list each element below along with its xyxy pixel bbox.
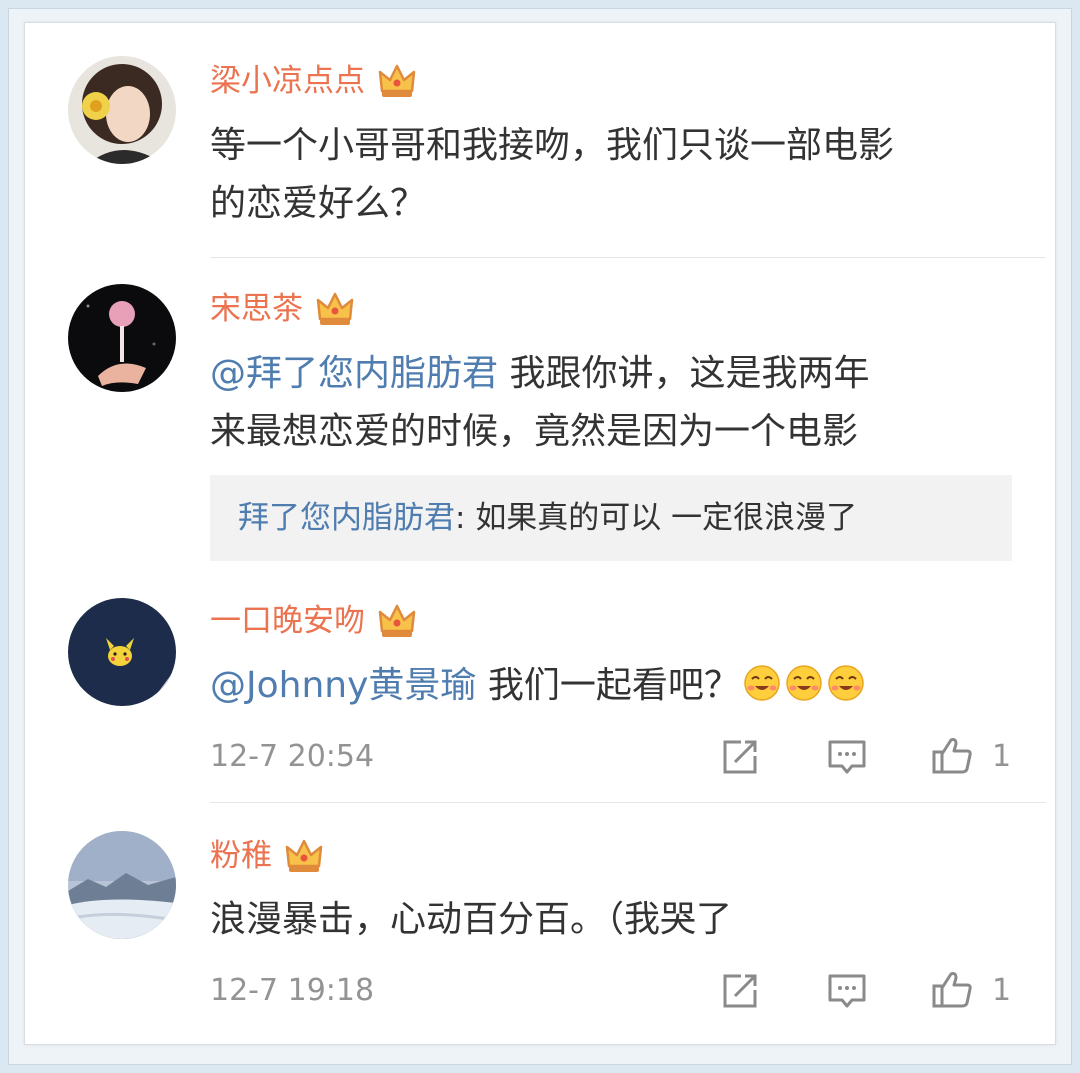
like-count: 1 bbox=[992, 973, 1012, 1008]
comment-text-line: 的恋爱好么？ bbox=[210, 183, 427, 224]
divider bbox=[210, 802, 1046, 803]
avatar[interactable] bbox=[68, 284, 176, 392]
quoted-username[interactable]: 拜了您内脂肪君 bbox=[238, 500, 455, 536]
comment-header: 梁小凉点点 bbox=[210, 59, 417, 103]
quote-separator: : bbox=[455, 500, 476, 536]
crown-icon bbox=[315, 289, 355, 329]
forward-icon[interactable] bbox=[719, 736, 761, 778]
comment-timestamp: 12-7 20:54 bbox=[210, 739, 375, 774]
avatar[interactable] bbox=[68, 831, 176, 939]
username[interactable]: 梁小凉点点 bbox=[210, 59, 365, 103]
username[interactable]: 一口晚安吻 bbox=[210, 599, 365, 643]
comment-text-line: 浪漫暴击，心动百分百。（我哭了 bbox=[210, 899, 733, 940]
username[interactable]: 宋思茶 bbox=[210, 287, 303, 331]
crown-icon bbox=[377, 601, 417, 641]
mention-link[interactable]: @拜了您内脂肪君 bbox=[210, 353, 498, 394]
avatar[interactable] bbox=[68, 56, 176, 164]
laughing-blush-emoji bbox=[784, 663, 824, 703]
comment-text: 我跟你讲，这是我两年 bbox=[498, 353, 870, 394]
thumbs-up-icon[interactable] bbox=[931, 734, 973, 776]
comment-timestamp: 12-7 19:18 bbox=[210, 973, 375, 1008]
comment-header: 一口晚安吻 bbox=[210, 599, 417, 643]
username[interactable]: 粉稚 bbox=[210, 834, 272, 878]
crown-icon bbox=[377, 61, 417, 101]
comment-icon[interactable] bbox=[826, 970, 868, 1012]
comment-text: 我们一起看吧？ bbox=[476, 665, 740, 706]
comment-header: 粉稚 bbox=[210, 834, 324, 878]
comment-text-line: 等一个小哥哥和我接吻，我们只谈一部电影 bbox=[210, 125, 895, 166]
quoted-text: 如果真的可以 一定很浪漫了 bbox=[475, 500, 858, 536]
quoted-reply[interactable]: 拜了您内脂肪君: 如果真的可以 一定很浪漫了 bbox=[210, 475, 1012, 561]
thumbs-up-icon[interactable] bbox=[931, 968, 973, 1010]
divider bbox=[210, 257, 1046, 258]
forward-icon[interactable] bbox=[719, 970, 761, 1012]
crown-icon bbox=[284, 836, 324, 876]
avatar[interactable] bbox=[68, 598, 176, 706]
comment-text-line: @Johnny黄景瑜 我们一起看吧？ bbox=[210, 657, 866, 715]
like-count: 1 bbox=[992, 739, 1012, 774]
comment-text-line: 来最想恋爱的时候，竟然是因为一个电影 bbox=[210, 411, 859, 452]
mention-link[interactable]: @Johnny黄景瑜 bbox=[210, 665, 476, 706]
comment-text-line: @拜了您内脂肪君 我跟你讲，这是我两年 bbox=[210, 345, 869, 403]
comment-header: 宋思茶 bbox=[210, 287, 355, 331]
comment-icon[interactable] bbox=[826, 736, 868, 778]
laughing-blush-emoji bbox=[826, 663, 866, 703]
laughing-blush-emoji bbox=[742, 663, 782, 703]
